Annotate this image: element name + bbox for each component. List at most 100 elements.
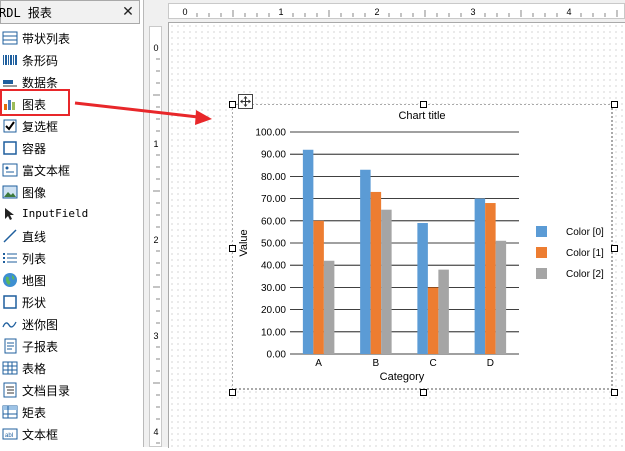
bar xyxy=(417,223,428,354)
y-tick-label: 30.00 xyxy=(261,283,286,294)
resize-handle[interactable] xyxy=(611,245,618,252)
tool-item-16[interactable]: 文档目录 xyxy=(0,379,140,401)
databar-icon xyxy=(2,74,18,90)
tool-item-label: 矩表 xyxy=(22,406,47,420)
tool-item-8[interactable]: InputField xyxy=(0,203,140,225)
tool-item-label: 迷你图 xyxy=(22,318,59,332)
tool-item-label: 表格 xyxy=(22,362,47,376)
tool-item-0[interactable]: 带状列表 xyxy=(0,27,140,49)
table-list-icon xyxy=(2,30,18,46)
toolbox-header: RDL 报表 ✕ xyxy=(0,0,140,24)
bar xyxy=(438,269,449,354)
y-tick-label: 80.00 xyxy=(261,172,286,183)
tool-item-label: 形状 xyxy=(22,296,47,310)
tool-item-12[interactable]: 形状 xyxy=(0,291,140,313)
bar xyxy=(381,209,392,354)
y-tick-label: 60.00 xyxy=(261,216,286,227)
svg-text:abI: abI xyxy=(5,433,14,439)
tool-item-label: 条形码 xyxy=(22,54,59,68)
legend-label: Color [1] xyxy=(566,248,604,259)
y-tick-label: 0.00 xyxy=(267,350,287,361)
tool-item-17[interactable]: 矩表 xyxy=(0,401,140,423)
barcode-icon xyxy=(2,52,18,68)
table-icon xyxy=(2,360,18,376)
line-icon xyxy=(2,228,18,244)
textbox-icon: abI xyxy=(2,426,18,442)
ruler-label: 0 xyxy=(182,7,187,17)
resize-handle[interactable] xyxy=(420,389,427,396)
legend-label: Color [2] xyxy=(566,269,604,280)
tool-item-label: 地图 xyxy=(22,274,47,288)
tool-item-9[interactable]: 直线 xyxy=(0,225,140,247)
y-tick-label: 70.00 xyxy=(261,194,286,205)
tool-item-label: 图像 xyxy=(22,186,47,200)
tool-item-label: 容器 xyxy=(22,142,47,156)
inputfield-icon xyxy=(2,206,18,222)
ruler-label: 0 xyxy=(153,43,158,53)
bar xyxy=(474,198,486,354)
tool-item-label: 带状列表 xyxy=(22,32,71,46)
tool-item-4[interactable]: 复选框 xyxy=(0,115,140,137)
toc-icon xyxy=(2,382,18,398)
ruler-label: 4 xyxy=(153,427,158,437)
tool-item-14[interactable]: 子报表 xyxy=(0,335,140,357)
tool-item-13[interactable]: 迷你图 xyxy=(0,313,140,335)
y-tick-label: 10.00 xyxy=(261,327,286,338)
resize-handle[interactable] xyxy=(611,389,618,396)
tool-item-1[interactable]: 条形码 xyxy=(0,49,140,71)
tool-item-label: 文本框 xyxy=(22,428,59,442)
bar xyxy=(313,220,324,354)
tool-item-label: 列表 xyxy=(22,252,47,266)
bar xyxy=(360,169,371,354)
move-handle-icon[interactable] xyxy=(238,94,253,109)
matrix-icon xyxy=(2,404,18,420)
chart-tool-highlight xyxy=(0,89,70,116)
resize-handle[interactable] xyxy=(420,101,427,108)
bar xyxy=(427,287,439,354)
tool-item-11[interactable]: 地图 xyxy=(0,269,140,291)
legend-swatch xyxy=(536,247,547,258)
y-axis-label: Value xyxy=(238,229,250,256)
bar xyxy=(370,191,382,354)
resize-handle[interactable] xyxy=(229,389,236,396)
tool-item-6[interactable]: 富文本框 xyxy=(0,159,140,181)
y-tick-label: 90.00 xyxy=(261,150,286,161)
bar xyxy=(302,149,314,354)
y-tick-label: 100.00 xyxy=(255,128,286,139)
ruler-label: 2 xyxy=(153,235,158,245)
ruler-label: 2 xyxy=(374,7,379,17)
tool-item-7[interactable]: 图像 xyxy=(0,181,140,203)
resize-handle[interactable] xyxy=(229,245,236,252)
ruler-label: 3 xyxy=(470,7,475,17)
ruler-label: 1 xyxy=(278,7,283,17)
globe-icon xyxy=(2,272,18,288)
tool-item-label: 子报表 xyxy=(22,340,59,354)
sparkline-icon xyxy=(2,316,18,332)
tool-item-5[interactable]: 容器 xyxy=(0,137,140,159)
chart-control[interactable]: Chart title Category Value 100.00 90.00 80… xyxy=(231,103,613,390)
checkbox-icon xyxy=(2,118,18,134)
tool-item-label: 富文本框 xyxy=(22,164,71,178)
y-tick-label: 50.00 xyxy=(261,239,286,250)
horizontal-ruler: 0 1 2 3 4 xyxy=(168,3,625,19)
resize-handle[interactable] xyxy=(229,101,236,108)
toolbox-panel: RDL 报表 ✕ 带状列表 条形码 数据条 图表 复选框 容器 富文本框 图像 InputFie… xyxy=(0,0,144,447)
close-icon[interactable]: ✕ xyxy=(119,3,137,21)
tool-item-label: InputField xyxy=(22,207,89,220)
tool-item-18[interactable]: abI 文本框 xyxy=(0,423,140,445)
tool-item-label: 直线 xyxy=(22,230,47,244)
ruler-label: 3 xyxy=(153,331,158,341)
chart-title: Chart title xyxy=(398,110,445,122)
ruler-label: 1 xyxy=(153,139,158,149)
x-axis-label: Category xyxy=(380,371,425,383)
resize-handle[interactable] xyxy=(611,101,618,108)
legend-swatch xyxy=(536,268,547,279)
y-tick-label: 20.00 xyxy=(261,305,286,316)
legend-swatch xyxy=(536,226,547,237)
tool-item-10[interactable]: 列表 xyxy=(0,247,140,269)
ruler-label: 4 xyxy=(566,7,571,17)
tool-item-label: 复选框 xyxy=(22,120,59,134)
shape-icon xyxy=(2,294,18,310)
x-tick-label: B xyxy=(373,358,380,369)
tool-item-15[interactable]: 表格 xyxy=(0,357,140,379)
